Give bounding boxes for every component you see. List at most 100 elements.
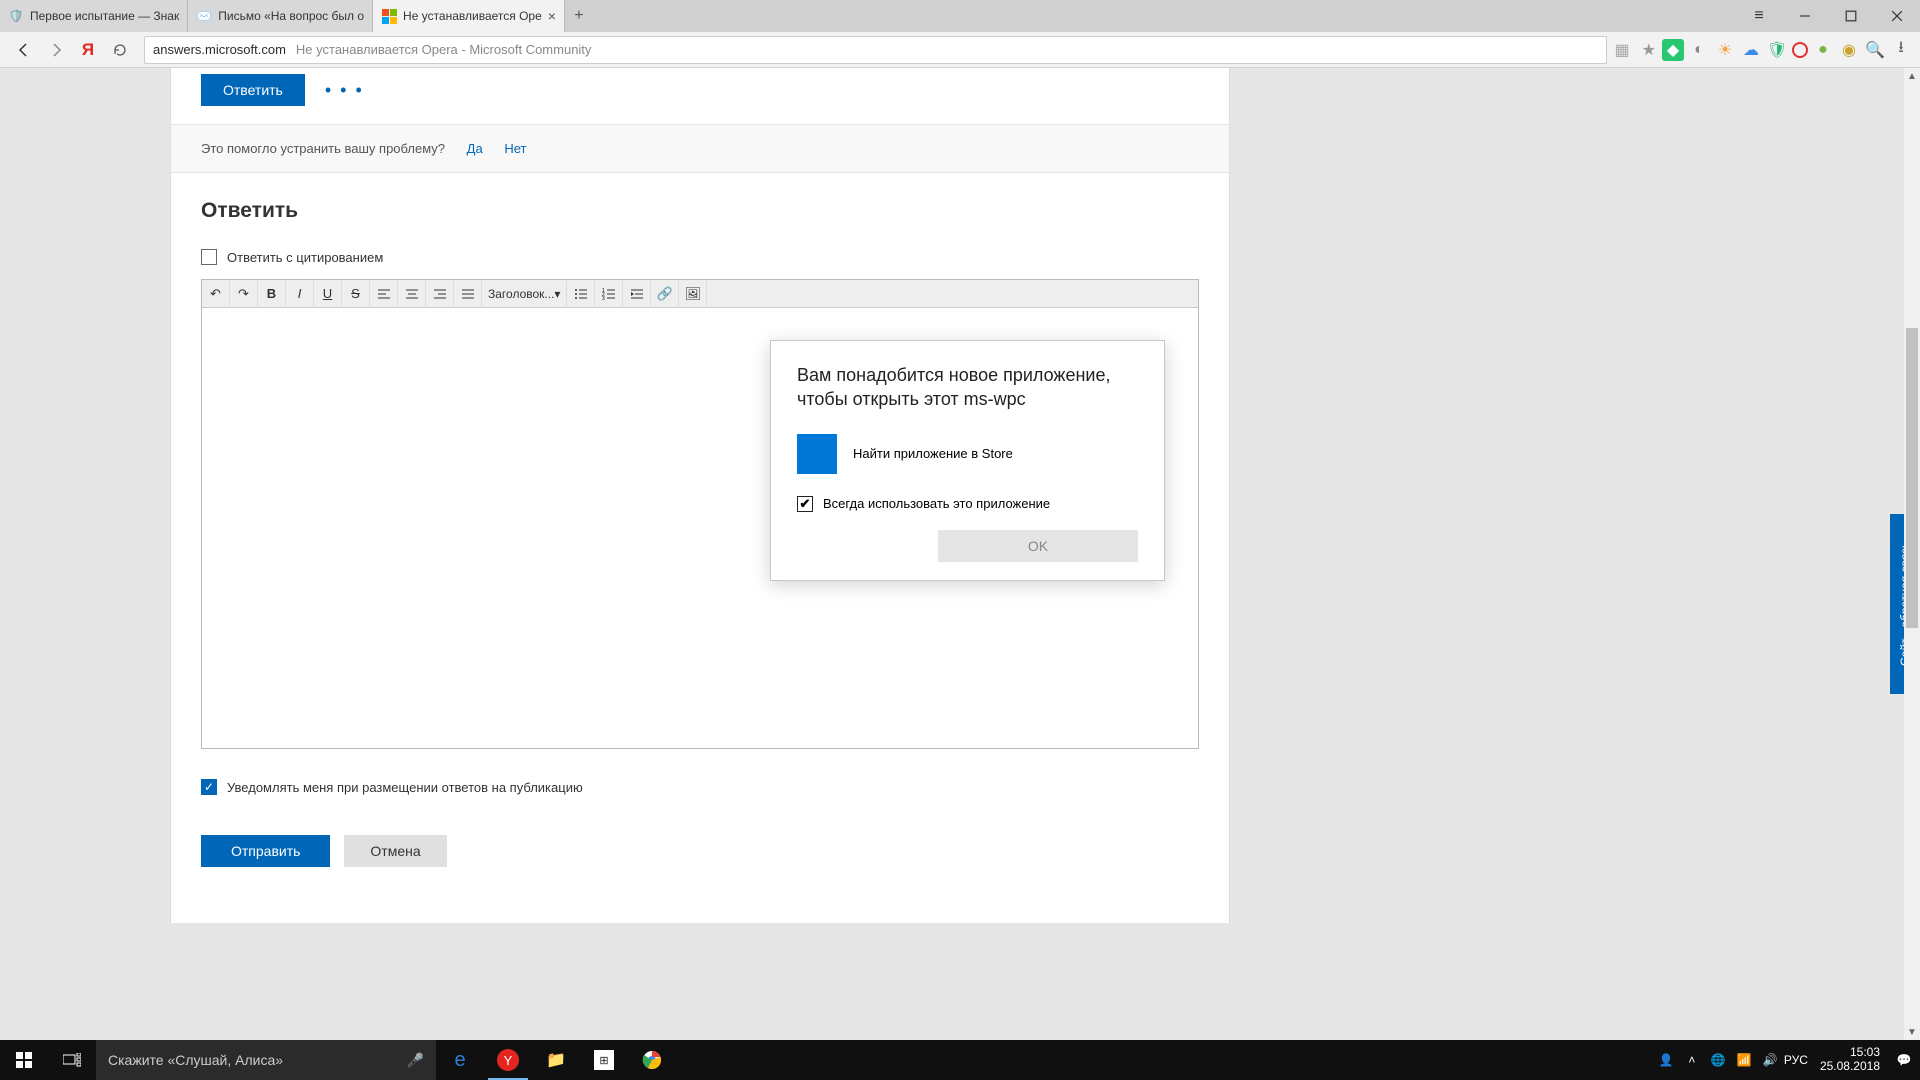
underline-button[interactable]: U — [314, 280, 342, 308]
bold-button[interactable]: B — [258, 280, 286, 308]
browser-tab-bar: 🛡️ Первое испытание — Знак ✉️ Письмо «На… — [0, 0, 1920, 32]
store-option-label: Найти приложение в Store — [853, 446, 1013, 461]
address-bar-row: Я answers.microsoft.com Не устанавливает… — [0, 32, 1920, 68]
extension-icon[interactable] — [1792, 42, 1808, 58]
helpful-bar: Это помогло устранить вашу проблему? Да … — [171, 124, 1229, 173]
back-button[interactable] — [8, 34, 40, 66]
align-center-button[interactable] — [398, 280, 426, 308]
helpful-yes-link[interactable]: Да — [467, 141, 483, 156]
more-actions-button[interactable]: • • • — [325, 80, 364, 101]
close-icon[interactable]: × — [548, 8, 556, 24]
extension-icon[interactable]: ● — [1812, 39, 1834, 61]
page-viewport: Ответить • • • Это помогло устранить ваш… — [0, 68, 1920, 1040]
align-right-button[interactable] — [426, 280, 454, 308]
browser-tab-2[interactable]: Не устанавливается Оpe × — [373, 0, 565, 32]
notify-label: Уведомлять меня при размещении ответов н… — [227, 780, 583, 795]
heading-select[interactable]: Заголовок... ▾ — [482, 280, 567, 308]
scroll-up-icon[interactable]: ▲ — [1904, 68, 1920, 84]
extension-icon[interactable]: ◐ — [1688, 39, 1710, 61]
action-center-icon[interactable]: 💬 — [1894, 1053, 1914, 1067]
extension-icon[interactable]: ◆ — [1662, 39, 1684, 61]
shield-icon: 🛡️ — [8, 8, 24, 24]
always-use-label: Всегда использовать это приложение — [823, 496, 1050, 511]
task-view-button[interactable] — [48, 1040, 96, 1080]
taskbar-clock[interactable]: 15:03 25.08.2018 — [1812, 1046, 1888, 1074]
yandex-home-button[interactable]: Я — [72, 34, 104, 66]
search-placeholder: Скажите «Слушай, Алиса» — [108, 1052, 283, 1068]
dialog-title: Вам понадобится новое приложение, чтобы … — [797, 363, 1138, 412]
cancel-button[interactable]: Отмена — [344, 835, 446, 867]
align-justify-button[interactable] — [454, 280, 482, 308]
extension-icon[interactable]: ◉ — [1838, 39, 1860, 61]
address-bar[interactable]: answers.microsoft.com Не устанавливается… — [144, 36, 1607, 64]
clock-time: 15:03 — [1820, 1046, 1880, 1060]
image-button[interactable]: 🖼 — [679, 280, 707, 308]
bookmark-star-icon[interactable]: ★ — [1642, 40, 1656, 60]
number-list-button[interactable]: 123 — [595, 280, 623, 308]
wifi-icon[interactable]: 📶 — [1734, 1053, 1754, 1067]
microsoft-icon — [381, 8, 397, 24]
system-tray: 👤 ˄ 🌐 📶 🔊 РУС 15:03 25.08.2018 💬 — [1656, 1046, 1920, 1074]
volume-icon[interactable]: 🔊 — [1760, 1053, 1780, 1067]
tab-title: Не устанавливается Оpe — [403, 9, 542, 23]
italic-button[interactable]: I — [286, 280, 314, 308]
network-icon[interactable]: 🌐 — [1708, 1053, 1728, 1067]
download-icon[interactable]: ⭳ — [1890, 39, 1912, 61]
always-use-checkbox[interactable]: ✔ — [797, 496, 813, 512]
maximize-button[interactable] — [1828, 0, 1874, 32]
browser-tab-0[interactable]: 🛡️ Первое испытание — Знак — [0, 0, 188, 32]
mail-icon: ✉️ — [196, 8, 212, 24]
url-domain: answers.microsoft.com — [153, 42, 286, 57]
extension-icons: ◆ ◐ ☀ ☁ 🛡 ● ◉ 🔍 ⭳ — [1662, 39, 1912, 61]
find-in-store-option[interactable]: Найти приложение в Store — [797, 432, 1138, 476]
ok-button[interactable]: OK — [938, 530, 1138, 562]
mic-icon[interactable]: 🎤 — [407, 1052, 424, 1069]
scroll-thumb[interactable] — [1906, 328, 1918, 628]
calculator-taskbar-icon[interactable]: ⊞ — [580, 1040, 628, 1080]
reply-heading: Ответить — [201, 199, 1199, 223]
submit-button[interactable]: Отправить — [201, 835, 330, 867]
align-left-button[interactable] — [370, 280, 398, 308]
undo-button[interactable]: ↶ — [202, 280, 230, 308]
indent-button[interactable] — [623, 280, 651, 308]
bullet-list-button[interactable] — [567, 280, 595, 308]
people-icon[interactable]: 👤 — [1656, 1053, 1676, 1067]
strikethrough-button[interactable]: S — [342, 280, 370, 308]
yandex-taskbar-icon[interactable]: Y — [484, 1040, 532, 1080]
forward-button[interactable] — [40, 34, 72, 66]
explorer-taskbar-icon[interactable]: 📁 — [532, 1040, 580, 1080]
helpful-no-link[interactable]: Нет — [504, 141, 526, 156]
edge-taskbar-icon[interactable]: e — [436, 1040, 484, 1080]
language-indicator[interactable]: РУС — [1786, 1053, 1806, 1067]
reload-button[interactable] — [104, 34, 136, 66]
vertical-scrollbar[interactable]: ▲ ▼ — [1904, 68, 1920, 1040]
chrome-taskbar-icon[interactable] — [628, 1040, 676, 1080]
start-button[interactable] — [0, 1040, 48, 1080]
tray-overflow-icon[interactable]: ˄ — [1682, 1053, 1702, 1067]
quote-checkbox[interactable] — [201, 249, 217, 265]
scroll-down-icon[interactable]: ▼ — [1904, 1024, 1920, 1040]
minimize-button[interactable] — [1782, 0, 1828, 32]
store-icon — [797, 434, 837, 474]
browser-menu-button[interactable]: ≡ — [1736, 0, 1782, 32]
link-button[interactable]: 🔗 — [651, 280, 679, 308]
url-page-title: Не устанавливается Opera - Microsoft Com… — [296, 42, 592, 57]
redo-button[interactable]: ↷ — [230, 280, 258, 308]
tab-title: Первое испытание — Знак — [30, 9, 179, 23]
close-window-button[interactable] — [1874, 0, 1920, 32]
extension-icon[interactable]: ☁ — [1740, 39, 1762, 61]
quote-label: Ответить с цитированием — [227, 250, 383, 265]
extension-icon[interactable]: ☀ — [1714, 39, 1736, 61]
page-actions-icon[interactable]: ▦ — [1615, 40, 1630, 60]
new-tab-button[interactable]: + — [565, 7, 593, 25]
extension-icon[interactable]: 🛡 — [1766, 39, 1788, 61]
windows-taskbar: Скажите «Слушай, Алиса» 🎤 e Y 📁 ⊞ 👤 ˄ 🌐 … — [0, 1040, 1920, 1080]
taskbar-search[interactable]: Скажите «Слушай, Алиса» 🎤 — [96, 1040, 436, 1080]
notify-checkbox[interactable] — [201, 779, 217, 795]
helpful-prompt: Это помогло устранить вашу проблему? — [201, 141, 445, 156]
browser-tab-1[interactable]: ✉️ Письмо «На вопрос был о — [188, 0, 373, 32]
tab-title: Письмо «На вопрос был о — [218, 9, 364, 23]
extension-icon[interactable]: 🔍 — [1864, 39, 1886, 61]
editor-toolbar: ↶ ↷ B I U S Заголовок... ▾ 123 🔗 🖼 — [202, 280, 1198, 308]
reply-button[interactable]: Ответить — [201, 74, 305, 106]
